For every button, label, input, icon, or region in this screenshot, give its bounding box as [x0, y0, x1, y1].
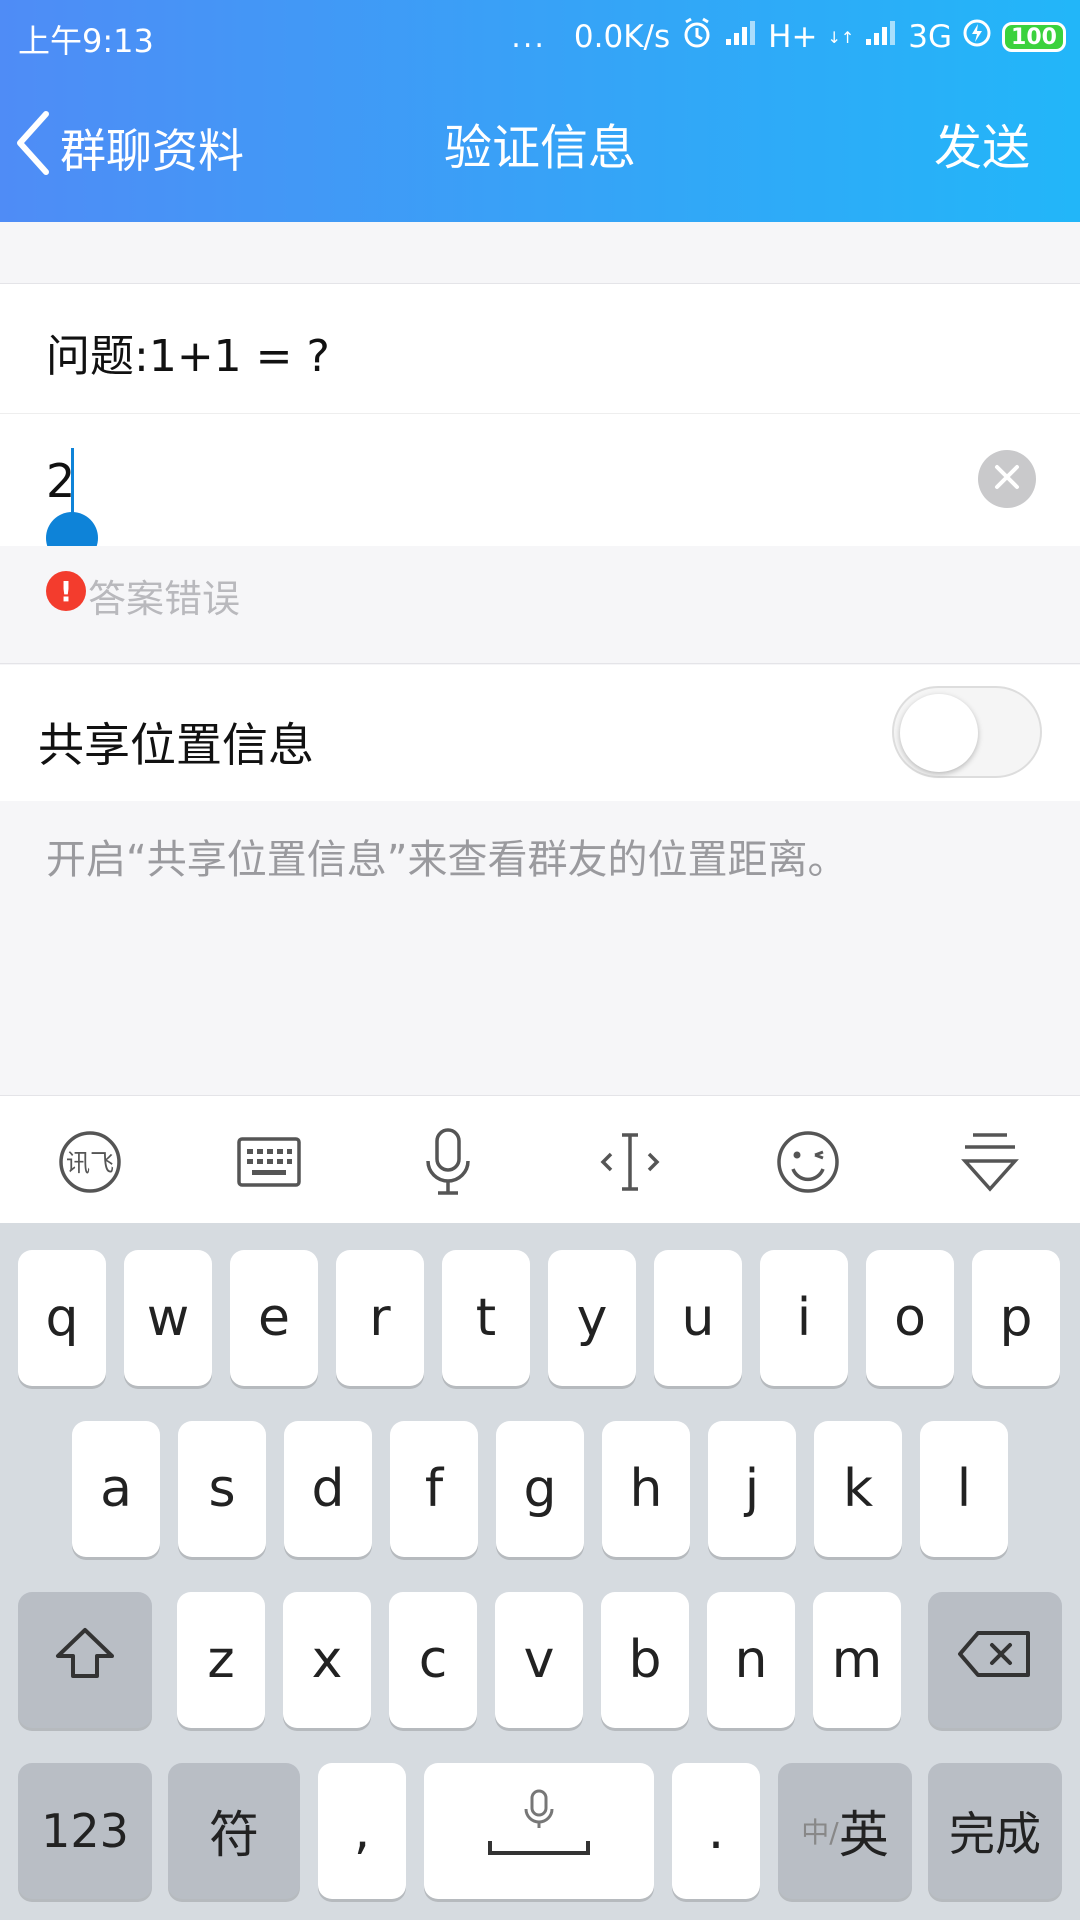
key-r[interactable]: r [336, 1250, 424, 1386]
more-dots: ... [511, 19, 546, 55]
description-area: 开启“共享位置信息”来查看群友的位置距离。 [0, 801, 1080, 1095]
cursor-move-icon[interactable] [590, 1122, 670, 1202]
key-k[interactable]: k [814, 1421, 902, 1557]
microphone-icon[interactable] [408, 1122, 488, 1202]
key-d[interactable]: d [284, 1421, 372, 1557]
back-button[interactable]: 群聊资料 [14, 110, 244, 186]
done-key[interactable]: 完成 [928, 1763, 1062, 1899]
ime-toolbar: 讯飞 [0, 1095, 1080, 1223]
key-w[interactable]: w [124, 1250, 212, 1386]
lang-big-label: 英 [838, 1806, 889, 1864]
language-switch-key[interactable]: 中/ 英 [778, 1763, 912, 1899]
question-row: 问题:1+1 = ? [0, 284, 1080, 414]
key-e[interactable]: e [230, 1250, 318, 1386]
xunfei-logo-icon[interactable]: 讯飞 [50, 1122, 130, 1202]
error-icon: ! [46, 571, 86, 611]
key-s[interactable]: s [178, 1421, 266, 1557]
key-i[interactable]: i [760, 1250, 848, 1386]
xunfei-label: 讯飞 [66, 1149, 114, 1177]
key-m[interactable]: m [813, 1592, 901, 1728]
backspace-icon [956, 1629, 1034, 1692]
signal-icon [724, 19, 758, 55]
key-j[interactable]: j [708, 1421, 796, 1557]
net-speed: 0.0K/s [573, 19, 671, 55]
key-t[interactable]: t [442, 1250, 530, 1386]
key-h[interactable]: h [602, 1421, 690, 1557]
lang-small-label: 中/ [801, 1816, 839, 1849]
numbers-key[interactable]: 123 [18, 1763, 152, 1899]
clear-input-button[interactable] [978, 450, 1036, 508]
space-key[interactable] [424, 1763, 654, 1899]
share-location-description: 开启“共享位置信息”来查看群友的位置距离。 [46, 837, 848, 883]
shift-icon [50, 1624, 120, 1697]
network-activity: ↓↑ [827, 27, 855, 47]
share-location-label: 共享位置信息 [38, 718, 314, 772]
status-icons: ... 0.0K/s H+ ↓↑ 3G 100 [511, 16, 1066, 58]
network-type-2: 3G [908, 19, 952, 55]
key-l[interactable]: l [920, 1421, 1008, 1557]
key-o[interactable]: o [866, 1250, 954, 1386]
section-gap [0, 222, 1080, 284]
close-icon [992, 462, 1022, 496]
backspace-key[interactable] [928, 1592, 1062, 1728]
comma-key[interactable]: , [318, 1763, 406, 1899]
key-p[interactable]: p [972, 1250, 1060, 1386]
key-f[interactable]: f [390, 1421, 478, 1557]
share-location-toggle[interactable] [892, 686, 1042, 778]
alarm-icon [680, 16, 714, 58]
key-b[interactable]: b [601, 1592, 689, 1728]
key-g[interactable]: g [496, 1421, 584, 1557]
status-time: 上午9:13 [18, 22, 154, 60]
key-a[interactable]: a [72, 1421, 160, 1557]
error-message: 答案错误 [88, 577, 241, 621]
period-key[interactable]: . [672, 1763, 760, 1899]
toggle-knob [900, 694, 978, 772]
keyboard-icon[interactable] [229, 1122, 309, 1202]
question-text: 问题:1+1 = ? [46, 331, 330, 382]
key-n[interactable]: n [707, 1592, 795, 1728]
collapse-keyboard-icon[interactable] [950, 1122, 1030, 1202]
key-y[interactable]: y [548, 1250, 636, 1386]
key-z[interactable]: z [177, 1592, 265, 1728]
network-type-1: H+ [768, 19, 818, 55]
key-v[interactable]: v [495, 1592, 583, 1728]
space-mic-icon [484, 1785, 594, 1878]
soft-keyboard: q w e r t y u i o p a s d f g h j k l z … [0, 1223, 1080, 1920]
signal-icon-2 [864, 19, 898, 55]
header: 上午9:13 ... 0.0K/s H+ ↓↑ 3G 100 群聊资料 验证信息… [0, 0, 1080, 222]
key-u[interactable]: u [654, 1250, 742, 1386]
key-q[interactable]: q [18, 1250, 106, 1386]
battery-icon: 100 [1002, 22, 1066, 52]
symbols-key[interactable]: 符 [168, 1763, 300, 1899]
emoji-icon[interactable] [768, 1122, 848, 1202]
chevron-left-icon [14, 110, 54, 187]
key-x[interactable]: x [283, 1592, 371, 1728]
back-label: 群聊资料 [60, 124, 244, 178]
send-button[interactable]: 发送 [934, 110, 1030, 186]
answer-input[interactable]: 2 [0, 414, 1080, 546]
shift-key[interactable] [18, 1592, 152, 1728]
app-root: 上午9:13 ... 0.0K/s H+ ↓↑ 3G 100 群聊资料 验证信息… [0, 0, 1080, 1920]
charging-icon [962, 18, 992, 56]
key-c[interactable]: c [389, 1592, 477, 1728]
